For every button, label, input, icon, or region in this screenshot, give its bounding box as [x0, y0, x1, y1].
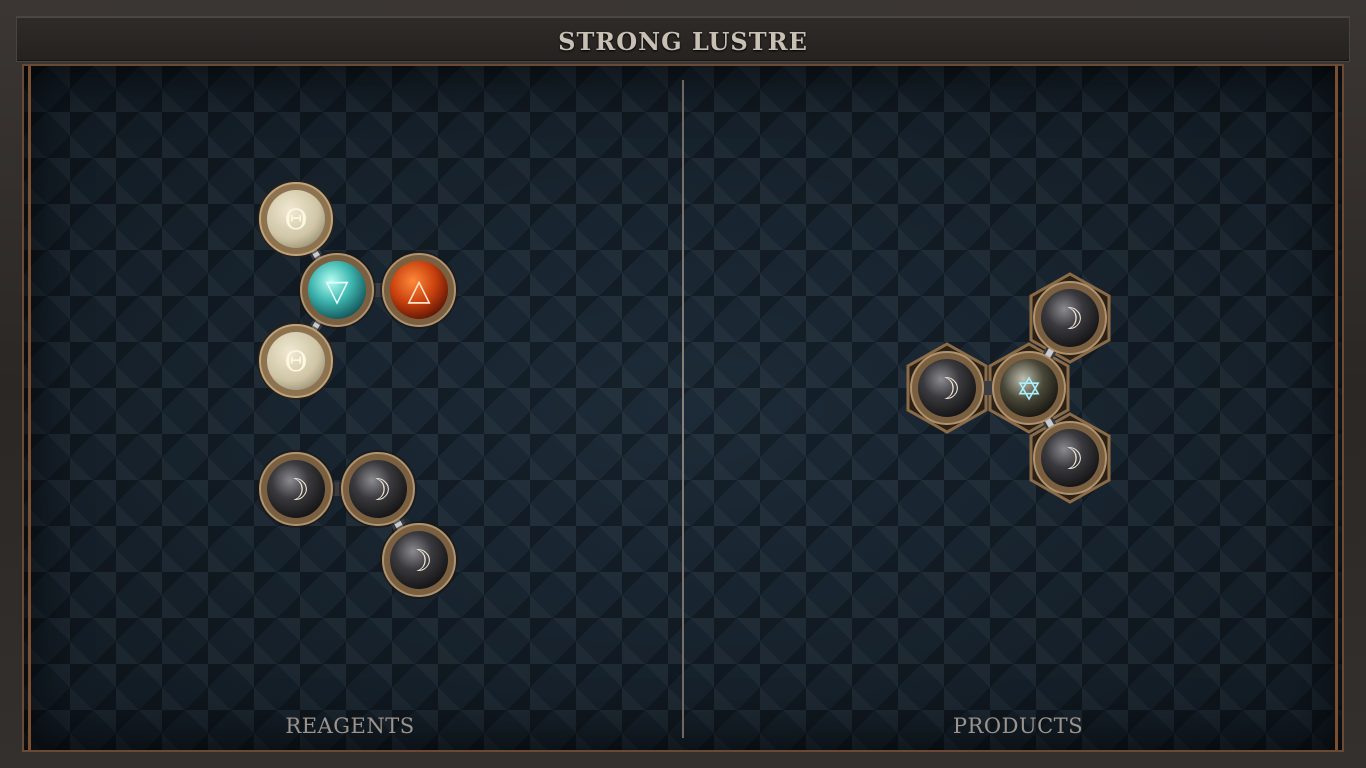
silver-icon: ☽: [365, 473, 392, 508]
silver-atom[interactable]: ☽: [1033, 281, 1107, 355]
salt-icon: Θ: [285, 345, 308, 378]
molecule-layer: Θ Θ ▽ △ ☽ ☽ ☽ ☽ ✡ ☽ ☽: [257, 180, 1111, 599]
product-molecule-1[interactable]: ☽ ✡ ☽ ☽: [906, 272, 1111, 504]
salt-atom[interactable]: Θ: [257, 180, 335, 258]
reagent-molecule-2[interactable]: ☽ ☽ ☽: [257, 450, 458, 599]
reagent-molecule-1[interactable]: Θ Θ ▽ △: [257, 180, 458, 400]
silver-icon: ☽: [934, 372, 961, 407]
silver-icon: ☽: [283, 473, 310, 508]
quintessence-icon: ✡: [1016, 370, 1043, 408]
silver-icon: ☽: [1057, 442, 1084, 477]
water-atom[interactable]: ▽: [298, 251, 376, 329]
water-icon: ▽: [325, 274, 348, 309]
quintessence-atom[interactable]: ✡: [992, 351, 1066, 425]
salt-icon: Θ: [285, 203, 308, 236]
products-label: PRODUCTS: [952, 714, 1084, 738]
fire-icon: △: [407, 273, 430, 308]
reagents-label: REAGENTS: [285, 714, 415, 738]
fire-atom[interactable]: △: [380, 251, 458, 329]
salt-atom[interactable]: Θ: [257, 322, 335, 400]
silver-atom[interactable]: ☽: [910, 351, 984, 425]
silver-atom[interactable]: ☽: [1033, 421, 1107, 495]
silver-atom[interactable]: ☽: [380, 521, 458, 599]
silver-icon: ☽: [1057, 302, 1084, 337]
silver-atom[interactable]: ☽: [339, 450, 417, 528]
silver-atom[interactable]: ☽: [257, 450, 335, 528]
silver-icon: ☽: [406, 544, 433, 579]
